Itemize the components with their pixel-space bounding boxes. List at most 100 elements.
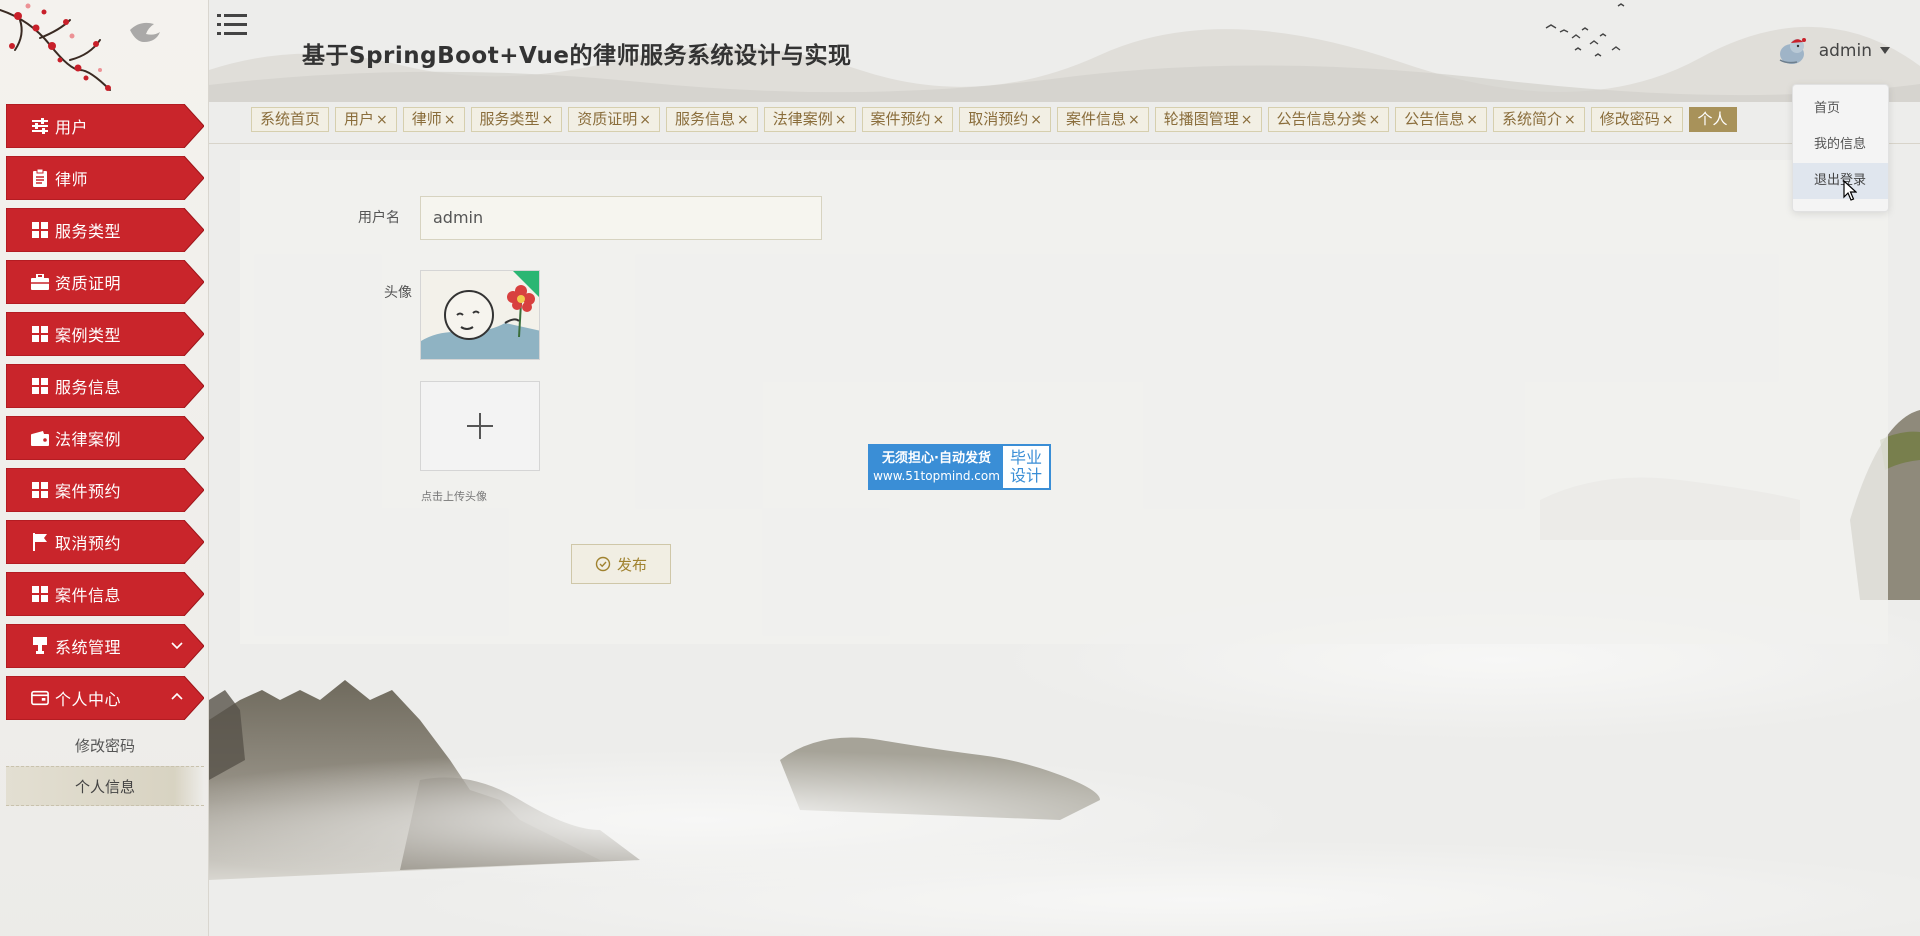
chevron-up-icon [171,692,183,700]
close-icon[interactable]: × [1466,112,1478,128]
tab-label: 取消预约 [968,110,1029,128]
tabs-bar: 系统首页 用户 × 律师 × 服务类型 × 资质证明 × 服务信息 × 法律案例 × 案件预… [209,102,1920,144]
tab-service-info[interactable]: 服务信息 × [666,107,758,132]
tab-legal-cases[interactable]: 法律案例 × [763,107,856,132]
watermark-badge: 毕业 设计 [1003,446,1049,488]
close-icon[interactable]: × [1662,112,1674,128]
close-icon[interactable]: × [376,112,388,128]
app-root: 用户 律师 服务类型 资质证明 案例类型 服务信息 法律案例 案件预约 取消预约… [0,0,1920,936]
sidebar: 用户 律师 服务类型 资质证明 案例类型 服务信息 法律案例 案件预约 取消预约… [0,0,209,936]
close-icon[interactable]: × [737,112,749,128]
menu-toggle-icon[interactable] [217,12,247,38]
submenu-item-personal-info[interactable]: 个人信息 [6,766,204,806]
tab-label: 系统简介 [1502,110,1563,128]
tab-label: 系统首页 [260,110,321,128]
watermark-badge-line1: 毕业 [1009,448,1042,467]
tab-label: 个人 [1697,110,1728,128]
top-header: 基于SpringBoot+Vue的律师服务系统设计与实现 admin [209,0,1920,102]
tab-change-password[interactable]: 修改密码 × [1590,107,1683,132]
avatar-preview[interactable] [420,270,540,360]
sidebar-item-system-management[interactable]: 系统管理 [6,624,204,668]
site-title: 基于SpringBoot+Vue的律师服务系统设计与实现 [302,43,852,69]
sidebar-item-label: 个人中心 [55,690,122,709]
sidebar-item-case-booking[interactable]: 案件预约 [6,468,204,512]
close-icon[interactable]: × [1128,112,1140,128]
tab-label: 用户 [344,110,375,128]
tab-system-intro[interactable]: 系统简介 × [1493,107,1585,132]
close-icon[interactable]: × [444,112,456,128]
user-menu-trigger[interactable]: admin [1777,34,1890,68]
sidebar-item-label: 服务信息 [55,378,122,397]
watermark-url: www.51topmind.com [873,469,1000,483]
tab-label: 法律案例 [772,110,833,128]
check-circle-icon [595,556,611,572]
tab-label: 案件预约 [870,110,931,128]
sidebar-item-label: 法律案例 [55,430,122,449]
sidebar-item-label: 用户 [55,118,89,137]
upload-hint-text: 点击上传头像 [421,490,487,503]
close-icon[interactable]: × [1564,112,1576,128]
caret-down-icon [1880,47,1890,54]
stamp-icon [31,637,49,655]
tab-service-types[interactable]: 服务类型 × [470,107,563,132]
username-field-label: 用户名 [358,210,400,226]
watermark-banner: 无须担心·自动发货 www.51topmind.com 毕业 设计 [868,444,1051,490]
sidebar-item-case-info[interactable]: 案件信息 [6,572,204,616]
sidebar-item-service-info[interactable]: 服务信息 [6,364,204,408]
close-icon[interactable]: × [639,112,651,128]
grid-icon [31,325,49,343]
tab-cancel-booking[interactable]: 取消预约 × [959,107,1052,132]
sidebar-menu: 用户 律师 服务类型 资质证明 案例类型 服务信息 法律案例 案件预约 取消预约… [6,104,204,806]
grid-icon [31,377,49,395]
tab-case-info[interactable]: 案件信息 × [1057,107,1149,132]
tab-home[interactable]: 系统首页 [251,107,330,132]
user-avatar-icon [1779,38,1806,64]
user-dropdown-menu: 首页 我的信息 退出登录 [1792,84,1889,212]
submenu-item-change-password[interactable]: 修改密码 [6,726,204,766]
tab-label: 修改密码 [1599,110,1660,128]
tab-notice[interactable]: 公告信息 × [1395,107,1488,132]
tab-label: 服务信息 [675,110,736,128]
sidebar-item-personal-center[interactable]: 个人中心 [6,676,204,720]
tab-qualifications[interactable]: 资质证明 × [568,107,661,132]
avatar-field-label: 头像 [384,285,412,301]
close-icon[interactable]: × [835,112,847,128]
username-label: admin [1818,41,1872,61]
sidebar-item-lawyers[interactable]: 律师 [6,156,204,200]
sidebar-item-label: 资质证明 [55,274,122,293]
tab-carousel[interactable]: 轮播图管理 × [1154,107,1262,132]
sidebar-item-qualifications[interactable]: 资质证明 [6,260,204,304]
close-icon[interactable]: × [1241,112,1253,128]
mouse-cursor-icon [1843,180,1857,201]
tab-case-booking[interactable]: 案件预约 × [861,107,954,132]
close-icon[interactable]: × [933,112,945,128]
tab-lawyers[interactable]: 律师 × [402,107,465,132]
tab-notice-category[interactable]: 公告信息分类 × [1267,107,1390,132]
tab-label: 律师 [411,110,442,128]
card-icon [31,689,49,707]
username-input[interactable]: admin [420,196,822,240]
sidebar-item-case-types[interactable]: 案例类型 [6,312,204,356]
sidebar-item-label: 案件预约 [55,482,122,501]
publish-button-label: 发布 [616,555,647,574]
grid-icon [31,221,49,239]
sidebar-item-label: 案件信息 [55,586,122,605]
close-icon[interactable]: × [1030,112,1042,128]
sidebar-item-users[interactable]: 用户 [6,104,204,148]
chevron-down-icon [171,642,183,650]
wallet-icon [31,429,49,447]
avatar-upload-button[interactable] [420,381,540,471]
sidebar-item-label: 服务类型 [55,222,122,241]
dropdown-item-my-info[interactable]: 我的信息 [1793,127,1888,163]
dropdown-item-home[interactable]: 首页 [1793,91,1888,127]
publish-button[interactable]: 发布 [571,544,671,584]
sidebar-item-service-types[interactable]: 服务类型 [6,208,204,252]
close-icon[interactable]: × [542,112,554,128]
tab-personal-info[interactable]: 个人 [1688,107,1737,132]
tab-users[interactable]: 用户 × [335,107,397,132]
close-icon[interactable]: × [1369,112,1381,128]
dropdown-item-logout[interactable]: 退出登录 [1793,163,1888,199]
sidebar-item-cancel-booking[interactable]: 取消预约 [6,520,204,564]
tab-label: 公告信息分类 [1276,110,1367,128]
sidebar-item-legal-cases[interactable]: 法律案例 [6,416,204,460]
